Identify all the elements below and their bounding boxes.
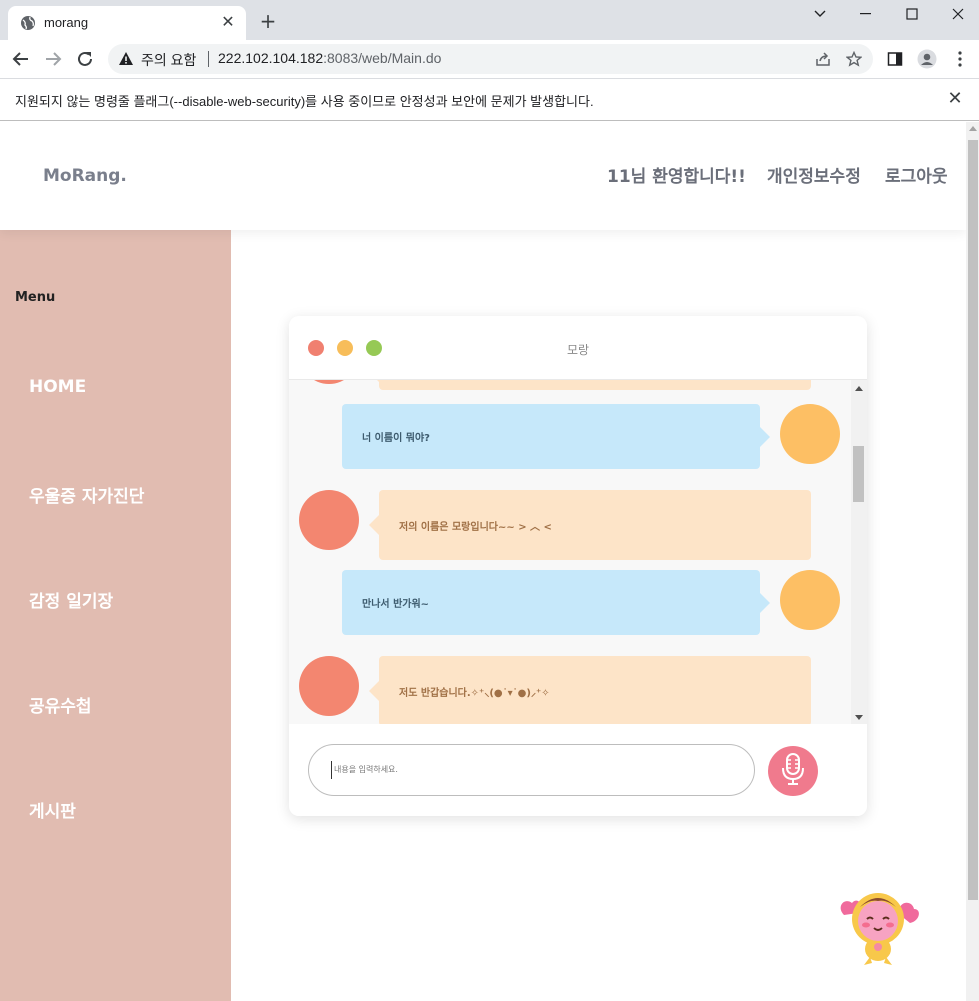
bookmark-star-icon[interactable] [844, 49, 864, 69]
page-scroll-up-icon[interactable] [969, 126, 977, 131]
maximize-icon[interactable] [889, 0, 935, 28]
edit-profile-link[interactable]: 개인정보수정 [767, 162, 861, 187]
message-text: 저도 반갑습니다.✧⁺⸜(●˙▾˙●)⸝⁺✧ [399, 687, 550, 699]
scroll-down-arrow-icon[interactable] [855, 715, 863, 720]
voice-input-button[interactable] [768, 746, 818, 796]
page-scroll-thumb[interactable] [968, 140, 978, 900]
browser-toolbar: 주의 요함 222.102.104.182:8083/web/Main.do [0, 40, 979, 78]
tab-search-icon[interactable] [797, 0, 843, 28]
menu-item-emotion-diary[interactable]: 감정 일기장 [29, 587, 113, 612]
user-avatar [780, 404, 840, 464]
browser-tab-bar: morang ✕ + [0, 0, 979, 40]
mascot-character-image[interactable] [834, 887, 922, 967]
side-panel-icon[interactable] [885, 49, 905, 69]
more-menu-icon[interactable] [950, 49, 970, 69]
chat-header: 모랑 [289, 316, 867, 380]
scroll-up-arrow-icon[interactable] [855, 386, 863, 391]
site-logo[interactable]: MoRang. [43, 166, 127, 186]
microphone-icon [779, 752, 807, 790]
share-icon[interactable] [813, 49, 833, 69]
page-content: MoRang. 11님 환영합니다!! 개인정보수정 로그아웃 Menu HOM… [0, 122, 966, 1001]
chat-messages[interactable]: 너 이름이 뭐야? 저의 이름은 모랑입니다~~ > ︿ < 만나서 반가워~ … [289, 380, 867, 724]
window-close-icon[interactable] [935, 0, 979, 28]
infobar-message: 지원되지 않는 명령줄 플래그(--disable-web-security)를… [15, 94, 594, 109]
menu-title: Menu [15, 290, 56, 305]
chat-input-area: 내용을 입력하세요. [289, 724, 867, 816]
chat-message-input[interactable]: 내용을 입력하세요. [308, 744, 755, 796]
user-avatar [780, 570, 840, 630]
chat-title: 모랑 [566, 343, 590, 357]
message-text: 저의 이름은 모랑입니다~~ > ︿ < [399, 521, 552, 533]
text-caret [331, 761, 332, 779]
sidebar: Menu HOME 우울증 자가진단 감정 일기장 공유수첩 게시판 [0, 230, 231, 1001]
chat-scrollbar[interactable] [851, 380, 867, 724]
bot-avatar [299, 656, 359, 716]
menu-item-home[interactable]: HOME [29, 377, 86, 397]
profile-icon[interactable] [917, 49, 937, 69]
message-text: 너 이름이 뭐야? [362, 433, 430, 444]
user-message-bubble: 너 이름이 뭐야? [342, 404, 770, 469]
reload-icon[interactable] [73, 47, 97, 71]
warning-icon[interactable] [118, 51, 134, 67]
chat-input-placeholder: 내용을 입력하세요. [334, 765, 398, 774]
browser-tab[interactable]: morang ✕ [8, 6, 246, 40]
logout-link[interactable]: 로그아웃 [885, 162, 948, 187]
menu-item-self-diagnosis[interactable]: 우울증 자가진단 [29, 482, 144, 507]
welcome-text: 11님 환영합니다!! [607, 167, 746, 187]
url-text[interactable]: 222.102.104.182:8083/web/Main.do [218, 50, 441, 66]
menu-item-shared-notebook[interactable]: 공유수첩 [29, 692, 92, 717]
page-scrollbar[interactable] [966, 122, 979, 1001]
forward-icon[interactable] [41, 47, 65, 71]
tab-title: morang [44, 15, 89, 30]
message-text: 만나서 반가워~ [362, 599, 430, 610]
infobar-close-icon[interactable]: ✕ [945, 89, 965, 109]
chat-window: 모랑 너 이름이 뭐야? 저의 이름은 모랑입니다~~ > ︿ < 만나서 반가… [289, 316, 867, 816]
new-tab-icon[interactable]: + [258, 11, 278, 31]
omnibox-divider [208, 51, 209, 67]
bot-message-bubble: 저의 이름은 모랑입니다~~ > ︿ < [369, 490, 811, 560]
security-infobar: 지원되지 않는 명령줄 플래그(--disable-web-security)를… [0, 78, 979, 121]
menu-item-board[interactable]: 게시판 [29, 797, 76, 822]
site-header: MoRang. 11님 환영합니다!! 개인정보수정 로그아웃 [0, 122, 966, 230]
minimize-icon[interactable] [843, 0, 889, 28]
tab-close-icon[interactable]: ✕ [218, 12, 238, 32]
bot-message-bubble [369, 380, 811, 390]
user-message-bubble: 만나서 반가워~ [342, 570, 770, 635]
security-warning-label[interactable]: 주의 요함 [141, 50, 196, 70]
bot-avatar [299, 490, 359, 550]
back-icon[interactable] [9, 47, 33, 71]
address-bar[interactable]: 주의 요함 222.102.104.182:8083/web/Main.do [108, 44, 873, 74]
chat-scroll-thumb[interactable] [853, 446, 864, 502]
bot-avatar [299, 380, 359, 384]
bot-message-bubble: 저도 반갑습니다.✧⁺⸜(●˙▾˙●)⸝⁺✧ [369, 656, 811, 724]
globe-icon [20, 15, 36, 31]
